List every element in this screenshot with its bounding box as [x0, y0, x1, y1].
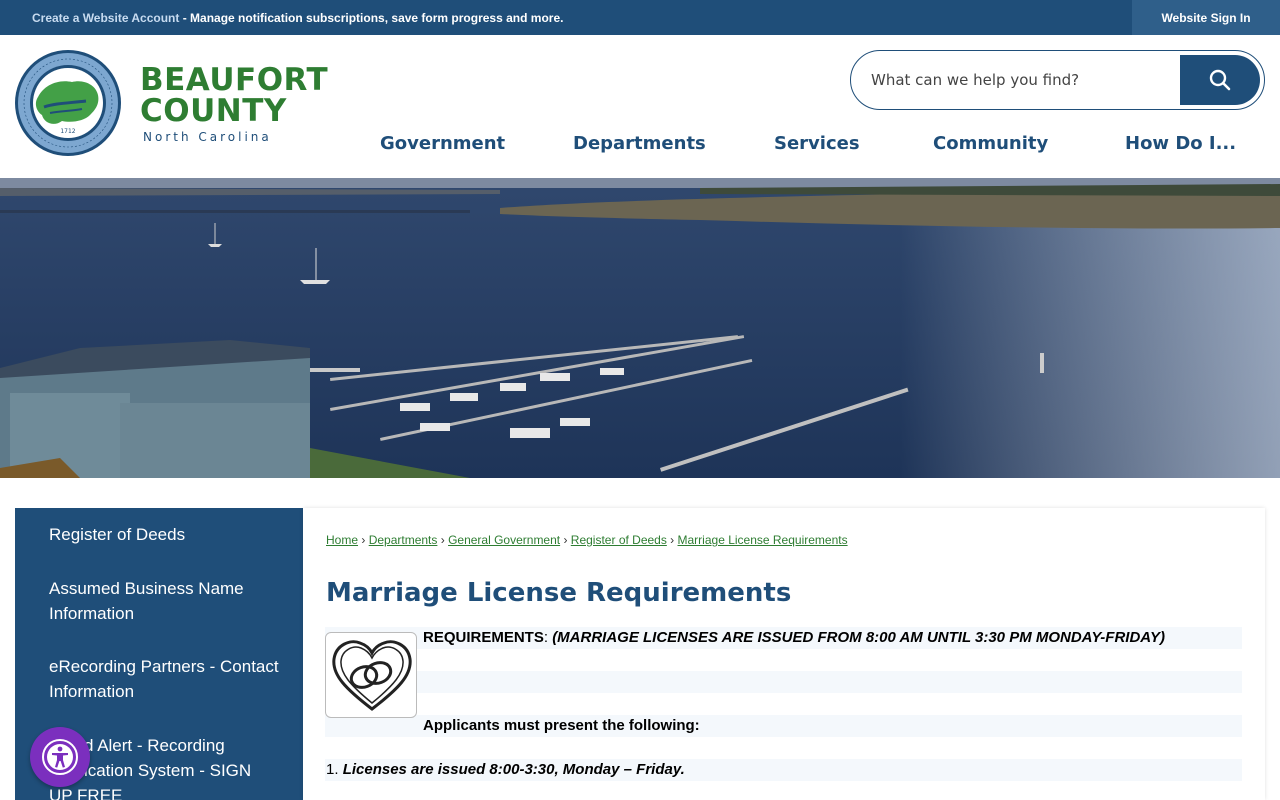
list-item-text: Licenses are issued 8:00-3:30, Monday – …: [342, 761, 685, 778]
top-bar: Create a Website Account - Manage notifi…: [0, 0, 1280, 35]
site-search: [850, 50, 1265, 110]
list-item-number: 1.: [326, 761, 343, 778]
nav-community[interactable]: Community: [933, 133, 1048, 154]
list-item: 1. Licenses are issued 8:00-3:30, Monday…: [326, 761, 685, 778]
nav-how-do-i[interactable]: How Do I...: [1125, 133, 1236, 154]
requirements-colon: :: [543, 629, 553, 646]
search-icon: [1209, 69, 1231, 91]
breadcrumb: Home › Departments › General Government …: [326, 533, 848, 547]
requirements-line: REQUIREMENTS: (MARRIAGE LICENSES ARE ISS…: [423, 629, 1165, 646]
search-button[interactable]: [1180, 55, 1260, 105]
website-sign-in-button[interactable]: Website Sign In: [1132, 0, 1280, 35]
sidebar-item-erecording-partners[interactable]: eRecording Partners - Contact Informatio…: [49, 654, 279, 704]
sidebar-item-register-of-deeds[interactable]: Register of Deeds: [49, 522, 279, 547]
requirements-hours-note: (MARRIAGE LICENSES ARE ISSUED FROM 8:00 …: [552, 629, 1166, 646]
nav-departments[interactable]: Departments: [573, 133, 706, 154]
requirements-label: REQUIREMENTS: [423, 629, 544, 646]
accessibility-icon: [42, 739, 78, 775]
site-header: 1712 BEAUFORT COUNTY North Carolina Gove…: [0, 35, 1280, 178]
breadcrumb-register-of-deeds[interactable]: Register of Deeds: [571, 533, 667, 547]
create-account-link[interactable]: Create a Website Account: [32, 11, 179, 25]
account-promo: Create a Website Account - Manage notifi…: [32, 11, 563, 25]
brand-line-2: COUNTY: [140, 93, 287, 129]
main-content: Home › Departments › General Government …: [303, 508, 1265, 800]
page-title: Marriage License Requirements: [326, 578, 792, 608]
breadcrumb-general-government[interactable]: General Government: [448, 533, 560, 547]
hero-banner-image: [0, 178, 1280, 478]
sidebar-item-assumed-business-name[interactable]: Assumed Business Name Information: [49, 576, 279, 626]
brand-line-1: BEAUFORT: [140, 62, 329, 98]
main-navigation: Government Departments Services Communit…: [0, 133, 1280, 159]
table-row: [325, 671, 1242, 693]
nav-services[interactable]: Services: [774, 133, 860, 154]
wedding-rings-image: [325, 632, 417, 718]
nav-government[interactable]: Government: [380, 133, 505, 154]
accessibility-menu-button[interactable]: [30, 727, 90, 787]
applicants-heading: Applicants must present the following:: [423, 717, 700, 734]
breadcrumb-current-page[interactable]: Marriage License Requirements: [678, 533, 848, 547]
breadcrumb-home[interactable]: Home: [326, 533, 358, 547]
breadcrumb-departments[interactable]: Departments: [369, 533, 438, 547]
account-promo-text: - Manage notification subscriptions, sav…: [179, 11, 564, 25]
search-input[interactable]: [871, 66, 1171, 94]
